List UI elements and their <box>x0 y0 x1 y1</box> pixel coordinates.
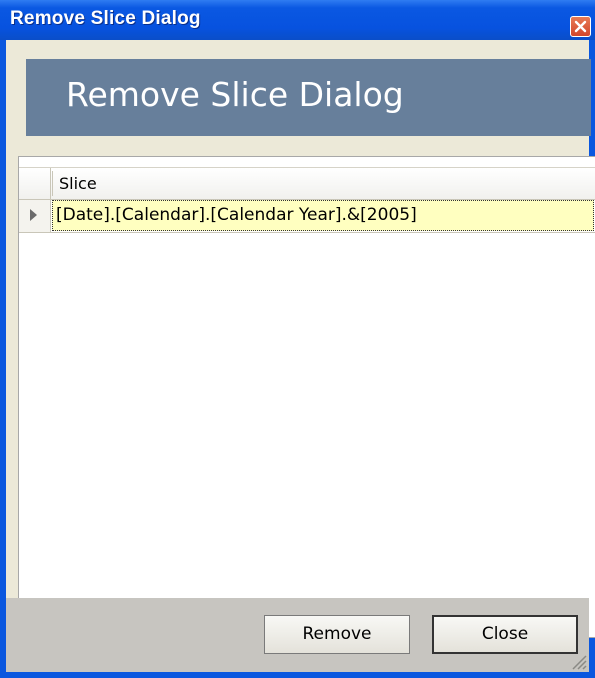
button-bar: Remove Close <box>6 598 589 672</box>
column-separator <box>52 171 53 196</box>
window-title: Remove Slice Dialog <box>10 8 201 29</box>
header-banner: Remove Slice Dialog <box>26 59 591 136</box>
remove-button[interactable]: Remove <box>264 615 410 654</box>
resize-grip-icon[interactable] <box>569 652 587 670</box>
title-bar[interactable]: Remove Slice Dialog <box>0 0 595 40</box>
row-selector[interactable] <box>19 200 51 232</box>
dialog-client-area: Remove Slice Dialog Slice [Date].[Calend… <box>6 40 595 672</box>
table-row[interactable]: [Date].[Calendar].[Calendar Year].&[2005… <box>19 200 595 233</box>
row-pointer-icon <box>30 209 37 221</box>
header-row-selector <box>19 168 51 199</box>
grid-header: Slice <box>19 167 595 200</box>
banner-title: Remove Slice Dialog <box>66 75 404 114</box>
slice-grid[interactable]: Slice [Date].[Calendar].[Calendar Year].… <box>18 156 595 638</box>
slice-value: [Date].[Calendar].[Calendar Year].&[2005… <box>56 205 417 225</box>
close-icon <box>574 20 587 33</box>
window-close-button[interactable] <box>570 16 591 37</box>
dialog-window: Remove Slice Dialog Remove Slice Dialog … <box>0 0 595 678</box>
close-button[interactable]: Close <box>432 615 578 654</box>
column-header-slice[interactable]: Slice <box>59 174 97 193</box>
slice-cell[interactable]: [Date].[Calendar].[Calendar Year].&[2005… <box>52 200 594 231</box>
